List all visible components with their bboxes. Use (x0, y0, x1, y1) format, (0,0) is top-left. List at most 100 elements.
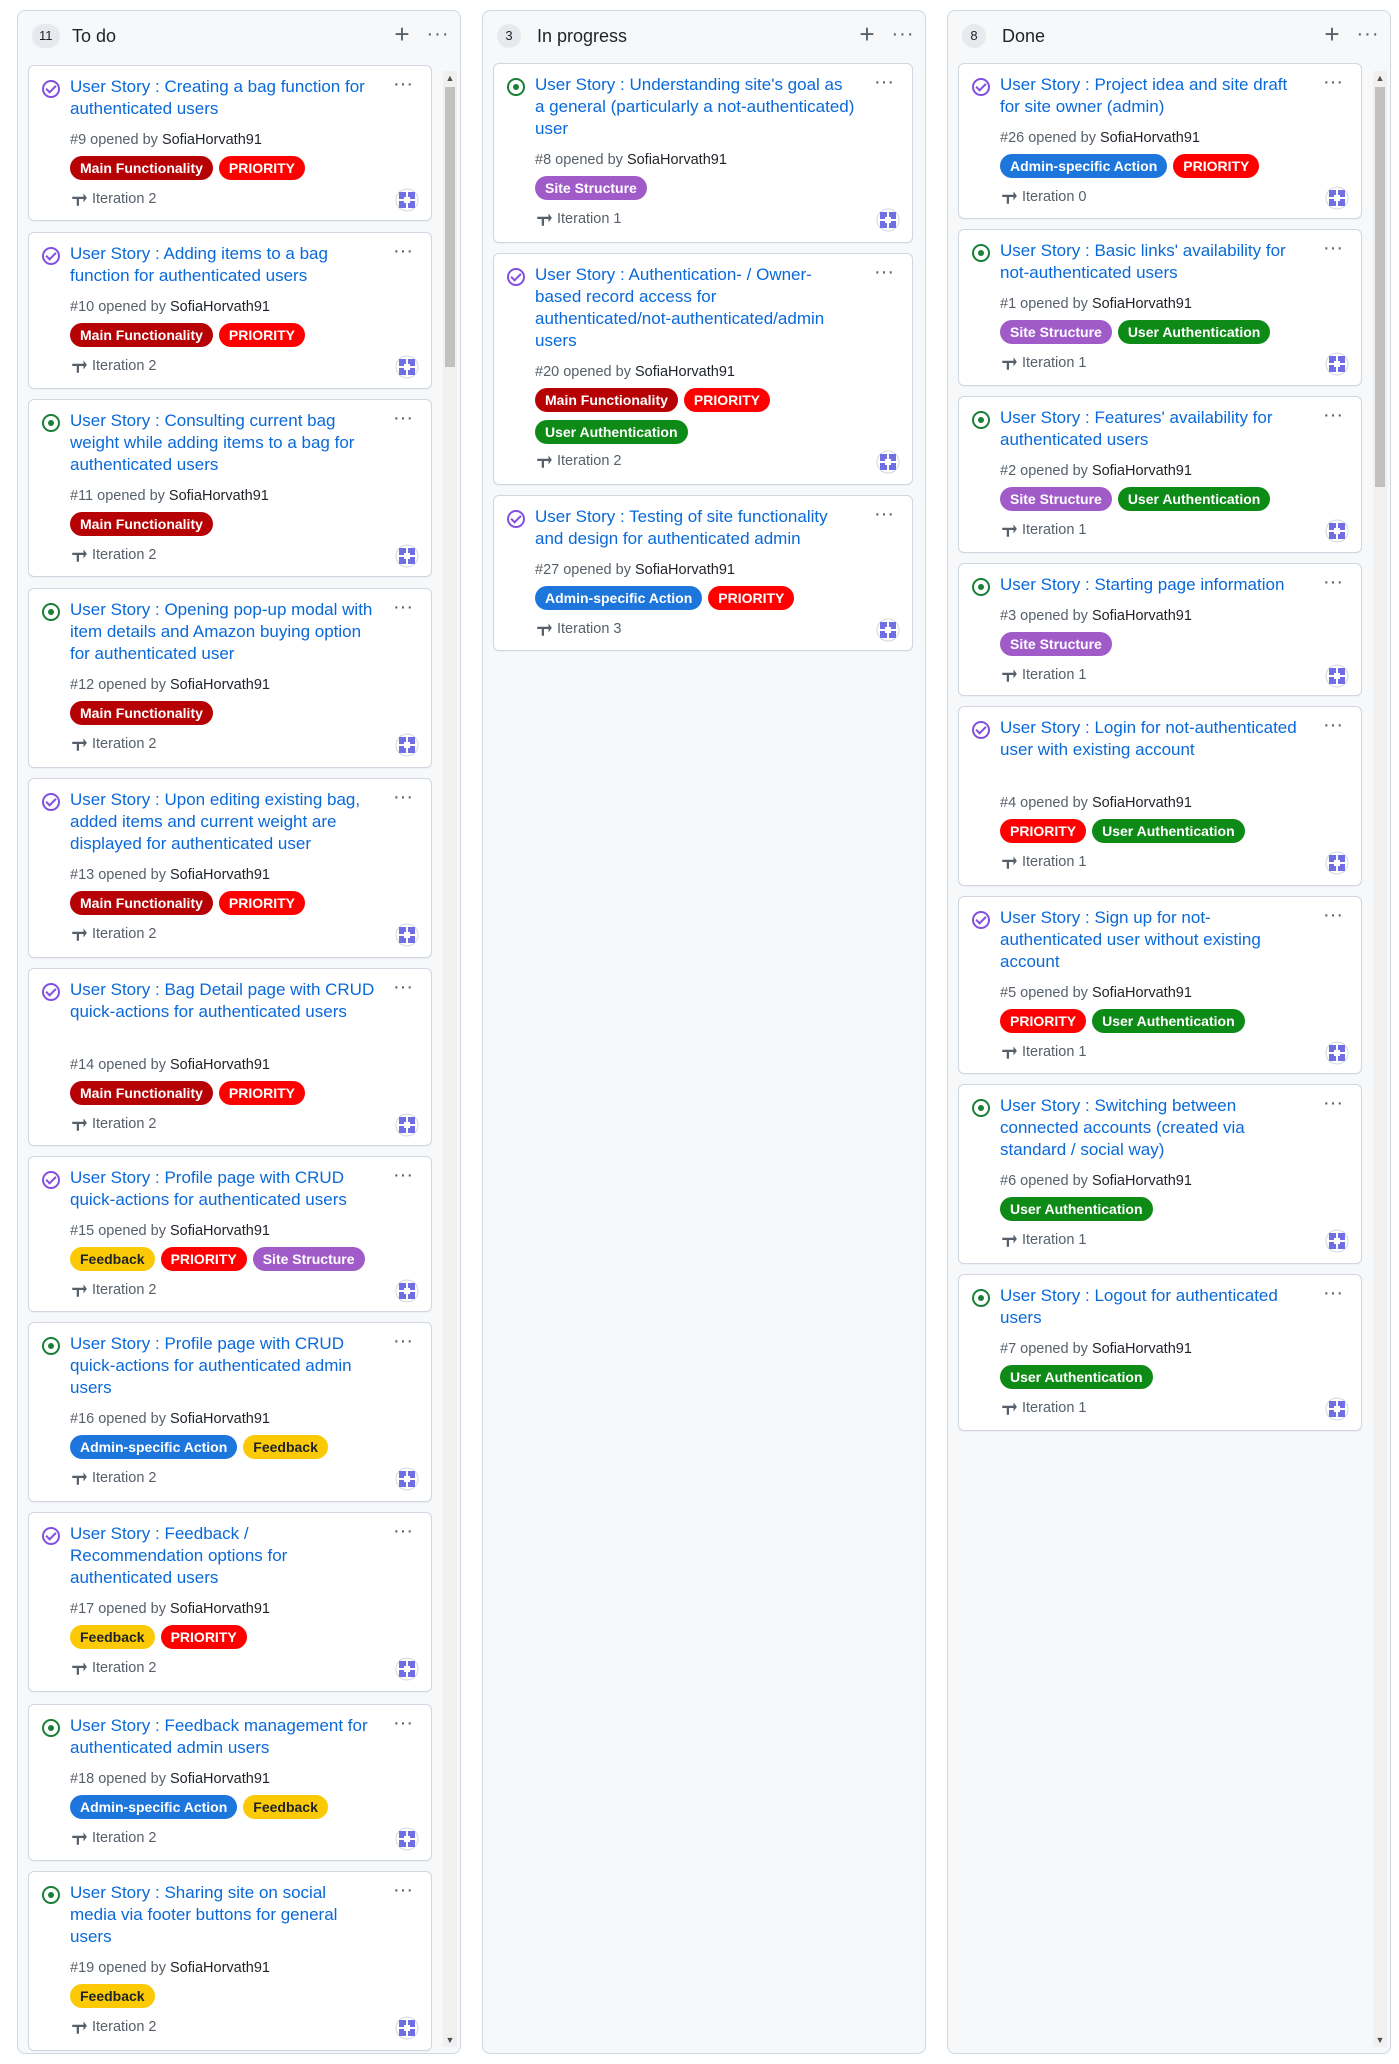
assignee-avatar[interactable] (1325, 519, 1349, 543)
card-more-button[interactable]: ··· (387, 1878, 419, 1906)
card-more-button[interactable]: ··· (1317, 903, 1349, 931)
issue-card[interactable]: User Story : Feedback / Recommendation o… (28, 1512, 432, 1692)
card-more-button[interactable]: ··· (387, 1329, 419, 1357)
author-link[interactable]: SofiaHorvath91 (170, 1223, 270, 1239)
assignee-avatar[interactable] (395, 544, 419, 568)
label-priority[interactable]: PRIORITY (160, 1247, 247, 1271)
add-item-button[interactable]: + (1316, 19, 1348, 51)
assignee-avatar[interactable] (395, 1279, 419, 1303)
assignee-avatar[interactable] (395, 923, 419, 947)
label-site-structure[interactable]: Site Structure (1000, 632, 1112, 656)
scroll-down-arrow[interactable]: ▼ (443, 2033, 457, 2047)
column-scrollbar[interactable]: ▲ ▼ (1373, 71, 1387, 2047)
card-more-button[interactable]: ··· (1317, 570, 1349, 598)
scrollbar-thumb[interactable] (445, 87, 455, 367)
label-priority[interactable]: PRIORITY (160, 1625, 247, 1649)
label-priority[interactable]: PRIORITY (1173, 154, 1260, 178)
label-feedback[interactable]: Feedback (243, 1435, 328, 1459)
author-link[interactable]: SofiaHorvath91 (1092, 1341, 1192, 1357)
label-site-structure[interactable]: Site Structure (252, 1247, 365, 1271)
issue-card[interactable]: User Story : Bag Detail page with CRUD q… (28, 968, 432, 1146)
label-admin-specific-action[interactable]: Admin-specific Action (1000, 154, 1168, 178)
author-link[interactable]: SofiaHorvath91 (170, 1601, 270, 1617)
assignee-avatar[interactable] (1325, 1041, 1349, 1065)
card-more-button[interactable]: ··· (1317, 1281, 1349, 1309)
card-more-button[interactable]: ··· (387, 595, 419, 623)
label-admin-specific-action[interactable]: Admin-specific Action (535, 586, 703, 610)
label-feedback[interactable]: Feedback (70, 1625, 155, 1649)
issue-title-link[interactable]: User Story : Understanding site's goal a… (535, 74, 856, 140)
assignee-avatar[interactable] (395, 355, 419, 379)
issue-title-link[interactable]: User Story : Project idea and site draft… (1000, 74, 1305, 118)
label-priority[interactable]: PRIORITY (1000, 819, 1087, 843)
label-feedback[interactable]: Feedback (70, 1247, 155, 1271)
author-link[interactable]: SofiaHorvath91 (1092, 1173, 1192, 1189)
issue-card[interactable]: User Story : Features' availability for … (958, 396, 1362, 553)
issue-card[interactable]: User Story : Opening pop-up modal with i… (28, 588, 432, 768)
issue-title-link[interactable]: User Story : Bag Detail page with CRUD q… (70, 979, 375, 1023)
issue-card[interactable]: User Story : Sharing site on social medi… (28, 1871, 432, 2051)
assignee-avatar[interactable] (1325, 664, 1349, 688)
issue-card[interactable]: User Story : Project idea and site draft… (958, 63, 1362, 219)
card-more-button[interactable]: ··· (1317, 236, 1349, 264)
issue-title-link[interactable]: User Story : Features' availability for … (1000, 407, 1305, 451)
issue-title-link[interactable]: User Story : Starting page information (1000, 574, 1305, 596)
card-more-button[interactable]: ··· (868, 502, 900, 530)
author-link[interactable]: SofiaHorvath91 (170, 677, 270, 693)
label-admin-specific-action[interactable]: Admin-specific Action (70, 1795, 238, 1819)
scroll-down-arrow[interactable]: ▼ (1373, 2033, 1387, 2047)
assignee-avatar[interactable] (395, 1657, 419, 1681)
author-link[interactable]: SofiaHorvath91 (1092, 296, 1192, 312)
issue-title-link[interactable]: User Story : Switching between connected… (1000, 1095, 1305, 1161)
card-more-button[interactable]: ··· (387, 975, 419, 1003)
label-main-functionality[interactable]: Main Functionality (70, 323, 213, 347)
card-more-button[interactable]: ··· (1317, 70, 1349, 98)
label-site-structure[interactable]: Site Structure (535, 176, 647, 200)
card-more-button[interactable]: ··· (387, 1163, 419, 1191)
issue-title-link[interactable]: User Story : Profile page with CRUD quic… (70, 1333, 375, 1399)
author-link[interactable]: SofiaHorvath91 (170, 1771, 270, 1787)
scroll-up-arrow[interactable]: ▲ (1373, 71, 1387, 85)
assignee-avatar[interactable] (1325, 851, 1349, 875)
assignee-avatar[interactable] (1325, 186, 1349, 210)
card-more-button[interactable]: ··· (387, 1711, 419, 1739)
issue-card[interactable]: User Story : Feedback management for aut… (28, 1704, 432, 1861)
card-more-button[interactable]: ··· (387, 72, 419, 100)
issue-title-link[interactable]: User Story : Sharing site on social medi… (70, 1882, 375, 1948)
issue-title-link[interactable]: User Story : Logout for authenticated us… (1000, 1285, 1305, 1329)
issue-title-link[interactable]: User Story : Upon editing existing bag, … (70, 789, 375, 855)
column-more-button[interactable]: ··· (422, 19, 454, 51)
assignee-avatar[interactable] (395, 2016, 419, 2040)
issue-card[interactable]: User Story : Upon editing existing bag, … (28, 778, 432, 958)
add-item-button[interactable]: + (386, 19, 418, 51)
label-feedback[interactable]: Feedback (243, 1795, 328, 1819)
label-site-structure[interactable]: Site Structure (1000, 320, 1112, 344)
issue-card[interactable]: User Story : Adding items to a bag funct… (28, 232, 432, 389)
scrollbar-thumb[interactable] (1375, 87, 1385, 487)
author-link[interactable]: SofiaHorvath91 (1092, 608, 1192, 624)
label-user-authentication[interactable]: User Authentication (1117, 320, 1271, 344)
assignee-avatar[interactable] (395, 733, 419, 757)
card-more-button[interactable]: ··· (868, 70, 900, 98)
author-link[interactable]: SofiaHorvath91 (1092, 985, 1192, 1001)
issue-title-link[interactable]: User Story : Creating a bag function for… (70, 76, 375, 120)
author-link[interactable]: SofiaHorvath91 (170, 299, 270, 315)
label-site-structure[interactable]: Site Structure (1000, 487, 1112, 511)
issue-title-link[interactable]: User Story : Basic links' availability f… (1000, 240, 1305, 284)
issue-title-link[interactable]: User Story : Consulting current bag weig… (70, 410, 375, 476)
author-link[interactable]: SofiaHorvath91 (1092, 463, 1192, 479)
label-priority[interactable]: PRIORITY (683, 388, 771, 412)
column-more-button[interactable]: ··· (1352, 19, 1384, 51)
issue-title-link[interactable]: User Story : Feedback / Recommendation o… (70, 1523, 375, 1589)
label-admin-specific-action[interactable]: Admin-specific Action (70, 1435, 238, 1459)
issue-card[interactable]: User Story : Starting page information ·… (958, 563, 1362, 696)
issue-card[interactable]: User Story : Switching between connected… (958, 1084, 1362, 1264)
assignee-avatar[interactable] (1325, 1397, 1349, 1421)
issue-card[interactable]: User Story : Understanding site's goal a… (493, 63, 913, 243)
issue-title-link[interactable]: User Story : Adding items to a bag funct… (70, 243, 375, 287)
assignee-avatar[interactable] (395, 188, 419, 212)
label-user-authentication[interactable]: User Authentication (1000, 1365, 1153, 1389)
label-user-authentication[interactable]: User Authentication (1117, 487, 1271, 511)
issue-title-link[interactable]: User Story : Testing of site functionali… (535, 506, 856, 550)
issue-card[interactable]: User Story : Profile page with CRUD quic… (28, 1156, 432, 1312)
